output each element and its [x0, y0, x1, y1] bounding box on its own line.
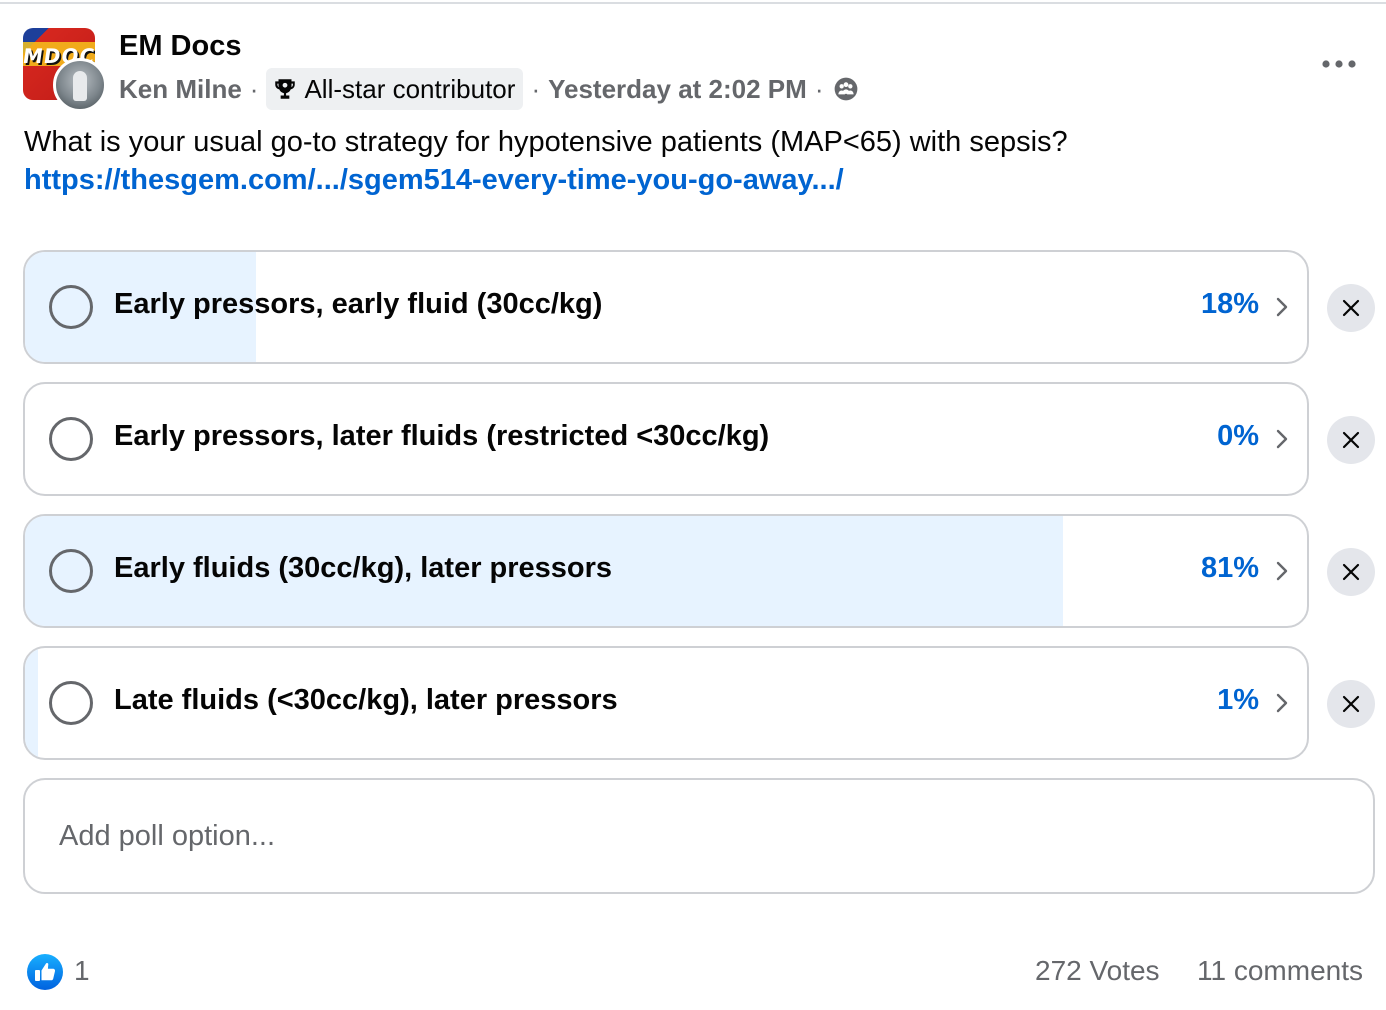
poll-option[interactable]: Late fluids (<30cc/kg), later pressors 1…	[23, 646, 1309, 760]
remove-option-button[interactable]	[1327, 680, 1375, 728]
more-options-button[interactable]	[1318, 48, 1360, 80]
poll-radio[interactable]	[49, 417, 93, 461]
more-horizontal-icon	[1322, 60, 1356, 68]
poll-option-percent[interactable]: 18%	[1201, 288, 1259, 321]
poll-option[interactable]: Early pressors, later fluids (restricted…	[23, 382, 1309, 496]
poll-radio[interactable]	[49, 549, 93, 593]
post-meta: Ken Milne · All-star contributor · Yeste…	[119, 68, 859, 110]
separator-dot: ·	[814, 73, 824, 104]
like-thumb-icon[interactable]	[26, 953, 64, 991]
remove-option-button[interactable]	[1327, 284, 1375, 332]
poll-radio[interactable]	[49, 681, 93, 725]
post-text: What is your usual go-to strategy for hy…	[24, 126, 1068, 158]
avatar-figure	[73, 71, 87, 101]
poll-option[interactable]: Early pressors, early fluid (30cc/kg) 18…	[23, 250, 1309, 364]
top-divider	[0, 2, 1386, 4]
separator-dot: ·	[249, 73, 259, 104]
poll-post: MDOCS EM Docs Ken Milne · All-star contr…	[0, 0, 1386, 1010]
remove-option-button[interactable]	[1327, 416, 1375, 464]
comment-count[interactable]: 11 comments	[1197, 955, 1363, 987]
chevron-right-icon[interactable]	[1275, 428, 1289, 450]
badge-label: All-star contributor	[304, 73, 516, 104]
poll-option[interactable]: Early fluids (30cc/kg), later pressors 8…	[23, 514, 1309, 628]
post-timestamp[interactable]: Yesterday at 2:02 PM	[548, 74, 807, 105]
poll-result-fill	[25, 648, 38, 758]
members-icon[interactable]	[833, 76, 859, 102]
vote-count[interactable]: 272 Votes	[1035, 955, 1160, 987]
separator-dot: ·	[531, 73, 541, 104]
close-icon	[1342, 695, 1360, 713]
contributor-badge[interactable]: All-star contributor	[266, 68, 524, 110]
chevron-right-icon[interactable]	[1275, 296, 1289, 318]
poll-option-percent[interactable]: 1%	[1217, 684, 1259, 717]
post-link[interactable]: https://thesgem.com/.../sgem514-every-ti…	[24, 164, 844, 197]
trophy-icon	[275, 79, 296, 99]
add-poll-option-input[interactable]	[23, 778, 1375, 894]
poll-option-label: Early pressors, early fluid (30cc/kg)	[114, 288, 603, 320]
chevron-right-icon[interactable]	[1275, 560, 1289, 582]
close-icon	[1342, 431, 1360, 449]
group-name[interactable]: EM Docs	[119, 30, 241, 63]
poll-option-label: Early fluids (30cc/kg), later pressors	[114, 552, 613, 584]
poll-option-percent[interactable]: 0%	[1217, 420, 1259, 453]
close-icon	[1342, 299, 1360, 317]
chevron-right-icon[interactable]	[1275, 692, 1289, 714]
like-count[interactable]: 1	[74, 955, 90, 987]
author-avatar[interactable]	[53, 58, 107, 112]
avatar-stack[interactable]: MDOCS	[23, 28, 107, 112]
poll-radio[interactable]	[49, 285, 93, 329]
poll-option-label: Early pressors, later fluids (restricted…	[114, 420, 770, 452]
poll-option-percent[interactable]: 81%	[1201, 552, 1259, 585]
author-name[interactable]: Ken Milne	[119, 74, 242, 105]
remove-option-button[interactable]	[1327, 548, 1375, 596]
close-icon	[1342, 563, 1360, 581]
poll-option-label: Late fluids (<30cc/kg), later pressors	[114, 684, 618, 716]
